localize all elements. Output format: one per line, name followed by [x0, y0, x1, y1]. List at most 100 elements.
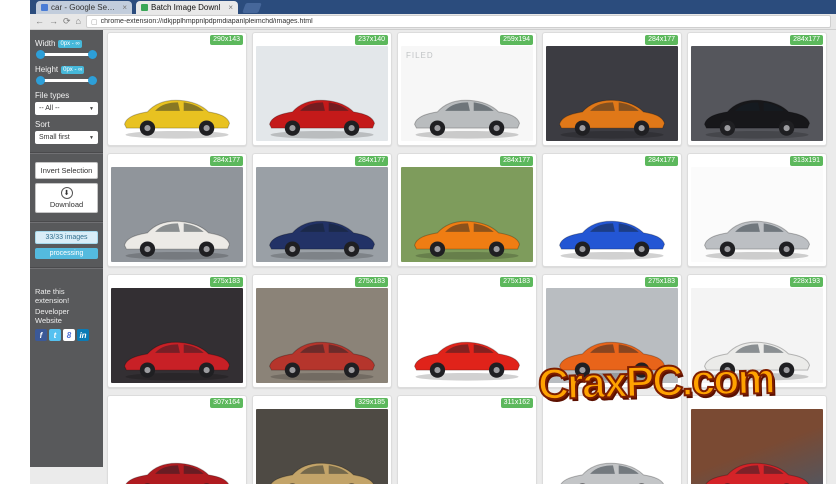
car-photo[interactable]: [111, 46, 243, 141]
image-card[interactable]: 275x183: [397, 274, 537, 388]
image-card[interactable]: 259x194 FILED: [397, 32, 537, 146]
reload-icon[interactable]: ⟳: [63, 17, 71, 26]
image-card[interactable]: 284x177: [107, 153, 247, 267]
image-card[interactable]: 284x177: [687, 32, 827, 146]
image-card[interactable]: 275x183: [542, 274, 682, 388]
url-text: chrome-extension://idkjpplhmppnlpdpmdiap…: [101, 18, 313, 25]
car-illustration-icon: [260, 209, 384, 262]
car-photo[interactable]: [691, 167, 823, 262]
car-photo[interactable]: [546, 46, 678, 141]
image-card[interactable]: 284x177: [542, 153, 682, 267]
tab-google-search[interactable]: car - Google Search ×: [36, 1, 132, 14]
developer-website-link[interactable]: Developer Website: [35, 307, 98, 325]
car-photo[interactable]: [546, 409, 678, 484]
slider-track: [38, 79, 95, 82]
car-photo[interactable]: [111, 288, 243, 383]
width-max-handle[interactable]: [88, 50, 97, 59]
image-card[interactable]: 313x191: [687, 153, 827, 267]
invert-selection-button[interactable]: Invert Selection: [35, 162, 98, 179]
extension-favicon-icon: [141, 4, 148, 11]
rate-block: Rate this extension! Developer Website f…: [35, 287, 98, 341]
address-bar[interactable]: ▢ chrome-extension://idkjpplhmppnlpdpmdi…: [86, 15, 831, 28]
google-favicon-icon: [41, 4, 48, 11]
image-card[interactable]: 237x140: [252, 32, 392, 146]
car-photo[interactable]: [546, 288, 678, 383]
height-min-handle[interactable]: [36, 76, 45, 85]
linkedin-icon[interactable]: in: [77, 329, 89, 341]
size-badge: 259x194: [500, 35, 533, 45]
image-grid: 290x143 237x140 259x194: [107, 32, 827, 484]
car-illustration-icon: [695, 209, 819, 262]
car-photo[interactable]: [691, 288, 823, 383]
car-photo[interactable]: [401, 167, 533, 262]
car-illustration-icon: [695, 88, 819, 141]
car-illustration-icon: [260, 451, 384, 484]
car-photo[interactable]: [256, 46, 388, 141]
tab-close-icon[interactable]: ×: [122, 3, 127, 12]
browser-toolbar: ← → ⟳ ⌂ ▢ chrome-extension://idkjpplhmpp…: [30, 14, 836, 30]
car-photo[interactable]: [401, 409, 533, 484]
size-badge: 284x177: [645, 35, 678, 45]
car-photo[interactable]: [401, 46, 533, 141]
width-label: Width: [35, 39, 55, 48]
car-illustration-icon: [695, 330, 819, 383]
image-card[interactable]: [542, 395, 682, 484]
sort-select[interactable]: Small first ▼: [35, 131, 98, 144]
new-tab-button[interactable]: [242, 3, 262, 13]
size-badge: 275x183: [500, 277, 533, 287]
height-range-badge: 0px - ∞: [61, 66, 84, 74]
car-illustration-icon: [550, 330, 674, 383]
size-badge: 284x177: [790, 35, 823, 45]
home-icon[interactable]: ⌂: [76, 17, 81, 26]
tab-close-icon[interactable]: ×: [228, 3, 233, 12]
back-icon[interactable]: ←: [35, 17, 44, 26]
image-card[interactable]: 284x177: [252, 153, 392, 267]
width-slider[interactable]: [36, 50, 97, 59]
car-photo[interactable]: [256, 167, 388, 262]
image-card[interactable]: [687, 395, 827, 484]
car-photo[interactable]: [111, 167, 243, 262]
car-illustration-icon: [260, 330, 384, 383]
image-card[interactable]: 284x177: [397, 153, 537, 267]
forward-icon[interactable]: →: [49, 17, 58, 26]
file-types-select[interactable]: -- All -- ▼: [35, 102, 98, 115]
image-card[interactable]: 228x193: [687, 274, 827, 388]
size-badge: 313x191: [790, 156, 823, 166]
car-photo[interactable]: [691, 409, 823, 484]
car-photo[interactable]: [546, 167, 678, 262]
image-card[interactable]: 284x177: [542, 32, 682, 146]
size-badge: 275x183: [645, 277, 678, 287]
image-card[interactable]: 275x183: [107, 274, 247, 388]
size-badge: 284x177: [355, 156, 388, 166]
car-illustration-icon: [405, 88, 529, 141]
car-photo[interactable]: [401, 288, 533, 383]
image-card[interactable]: 307x164: [107, 395, 247, 484]
twitter-icon[interactable]: t: [49, 329, 61, 341]
image-card[interactable]: 290x143: [107, 32, 247, 146]
filter-sidebar: Width 0px - ∞ Height 0px - ∞ File types …: [30, 30, 103, 467]
height-slider[interactable]: [36, 76, 97, 85]
car-photo[interactable]: [256, 288, 388, 383]
car-photo[interactable]: [256, 409, 388, 484]
size-badge: 237x140: [355, 35, 388, 45]
download-icon: ⬇: [61, 187, 73, 199]
car-photo[interactable]: [691, 46, 823, 141]
sort-label: Sort: [35, 120, 98, 129]
download-button[interactable]: ⬇ Download: [35, 183, 98, 213]
car-photo[interactable]: [111, 409, 243, 484]
image-card[interactable]: 311x162: [397, 395, 537, 484]
image-card[interactable]: 275x183: [252, 274, 392, 388]
google-plus-icon[interactable]: 8: [63, 329, 75, 341]
rate-extension-link[interactable]: Rate this extension!: [35, 287, 98, 305]
browser-tab-strip: car - Google Search × Batch Image Downl …: [30, 0, 836, 14]
image-card[interactable]: 329x185: [252, 395, 392, 484]
extension-page: Width 0px - ∞ Height 0px - ∞ File types …: [30, 30, 836, 484]
tab-batch-image-downloader[interactable]: Batch Image Downl ×: [136, 1, 238, 14]
car-illustration-icon: [550, 88, 674, 141]
facebook-icon[interactable]: f: [35, 329, 47, 341]
chevron-down-icon: ▼: [89, 106, 94, 112]
height-max-handle[interactable]: [88, 76, 97, 85]
width-min-handle[interactable]: [36, 50, 45, 59]
processing-button[interactable]: processing: [35, 248, 98, 259]
tab-title: Batch Image Downl: [151, 3, 223, 12]
